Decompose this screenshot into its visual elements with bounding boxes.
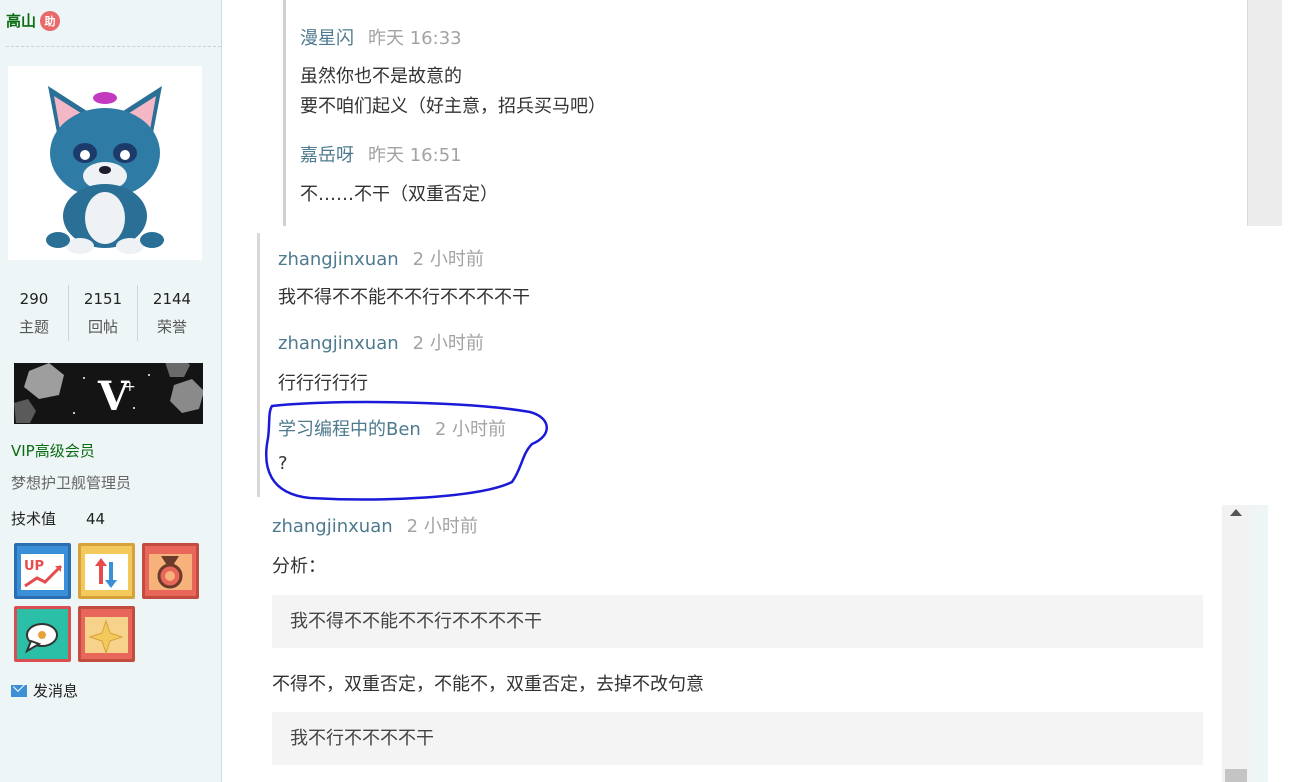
vip-title[interactable]: VIP高级会员 xyxy=(11,440,95,461)
svg-text:+: + xyxy=(124,379,136,395)
user-name-row[interactable]: 高山 助 xyxy=(6,10,61,31)
stat-label: 荣誉 xyxy=(156,318,187,336)
envelope-icon xyxy=(11,684,27,697)
quoted-comments-list: 漫星闪 昨天 16:33 虽然你也不是故意的 要不咱们起义（好主意，招兵买马吧） … xyxy=(283,0,1246,226)
tech-label: 技术值 xyxy=(11,510,57,528)
comment-meta: 漫星闪 昨天 16:33 xyxy=(300,24,462,50)
medal-sparkle-icon[interactable] xyxy=(78,606,135,662)
user-stats: 290 主题 2151 回帖 2144 荣誉 xyxy=(0,285,221,341)
page-edge xyxy=(1250,505,1268,782)
user-group: 梦想护卫舰管理员 xyxy=(11,474,132,492)
stat-honor[interactable]: 2144 荣誉 xyxy=(138,285,206,341)
scrollbar[interactable] xyxy=(1247,0,1282,226)
vip-banner[interactable]: V + xyxy=(14,363,203,424)
scroll-up-arrow-icon[interactable] xyxy=(1230,509,1242,516)
username[interactable]: 高山 xyxy=(6,10,36,31)
medal-award-icon[interactable] xyxy=(142,543,199,599)
comment-time: 昨天 16:33 xyxy=(368,28,462,49)
send-message-label: 发消息 xyxy=(33,682,79,700)
medal-chat-bubble-icon[interactable] xyxy=(14,606,71,662)
user-sidebar: 高山 助 290 主题 2151 回帖 2144 荣誉 V + VIP高级会员 … xyxy=(0,0,222,782)
comment-time: 2 小时前 xyxy=(412,333,484,354)
comment-author[interactable]: zhangjinxuan xyxy=(278,333,399,354)
comment-author[interactable]: zhangjinxuan xyxy=(272,516,393,537)
analysis-heading: 分析： xyxy=(272,556,326,577)
annotation-circle xyxy=(264,400,548,501)
comment-line: 要不咱们起义（好主意，招兵买马吧） xyxy=(300,96,606,117)
blue-cat-avatar-icon xyxy=(46,86,164,254)
stat-value: 2144 xyxy=(152,290,192,308)
svg-text:UP: UP xyxy=(24,559,44,574)
comment-meta: zhangjinxuan 2 小时前 xyxy=(278,245,484,271)
comment-time: 昨天 16:51 xyxy=(368,145,462,166)
medal-up-trend-icon[interactable]: UP xyxy=(14,543,71,599)
avatar[interactable] xyxy=(8,66,202,260)
stat-replies[interactable]: 2151 回帖 xyxy=(68,285,138,341)
analysis-explanation: 不得不，双重否定，不能不，双重否定，去掉不改句意 xyxy=(272,674,704,695)
helper-badge-icon: 助 xyxy=(40,10,61,31)
comment-text: 行行行行行 xyxy=(278,373,368,394)
comment-text: 不……不干（双重否定） xyxy=(300,184,498,205)
comment-time: 2 小时前 xyxy=(412,249,484,270)
comment-author[interactable]: 漫星闪 xyxy=(300,28,354,49)
comment-meta: zhangjinxuan 2 小时前 xyxy=(278,329,484,355)
code-block: 我不行不不不不干 xyxy=(272,712,1203,765)
stat-label: 回帖 xyxy=(87,318,118,336)
comment-text: 虽然你也不是故意的 要不咱们起义（好主意，招兵买马吧） xyxy=(300,62,606,122)
vip-hexagon-icon: V + xyxy=(14,363,203,423)
comment-text: 我不得不不能不不行不不不不干 xyxy=(278,287,530,308)
tech-value: 44 xyxy=(86,510,106,528)
send-message-link[interactable]: 发消息 xyxy=(11,680,78,701)
comment-line: 虽然你也不是故意的 xyxy=(300,66,462,87)
comment-meta: zhangjinxuan 2 小时前 xyxy=(272,512,478,538)
comment-time: 2 小时前 xyxy=(406,516,478,537)
scrollbar[interactable] xyxy=(1222,505,1250,782)
sidebar-divider xyxy=(6,46,221,47)
quoted-comments-panel: 漫星闪 昨天 16:33 虽然你也不是故意的 要不咱们起义（好主意，招兵买马吧） … xyxy=(256,0,1282,226)
stat-topics[interactable]: 290 主题 xyxy=(0,285,68,341)
comment-author[interactable]: zhangjinxuan xyxy=(278,249,399,270)
medal-sort-arrows-icon[interactable] xyxy=(78,543,135,599)
scrollbar-thumb[interactable] xyxy=(1225,769,1247,782)
medal-list: UP xyxy=(14,543,204,662)
tech-value-row: 技术值 44 xyxy=(11,508,105,529)
stat-value: 2151 xyxy=(83,290,123,308)
stat-value: 290 xyxy=(19,290,49,308)
comment-meta: 嘉岳呀 昨天 16:51 xyxy=(300,141,462,167)
code-block: 我不得不不能不不行不不不不干 xyxy=(272,595,1203,648)
comment-author[interactable]: 嘉岳呀 xyxy=(300,145,354,166)
stat-label: 主题 xyxy=(18,318,49,336)
